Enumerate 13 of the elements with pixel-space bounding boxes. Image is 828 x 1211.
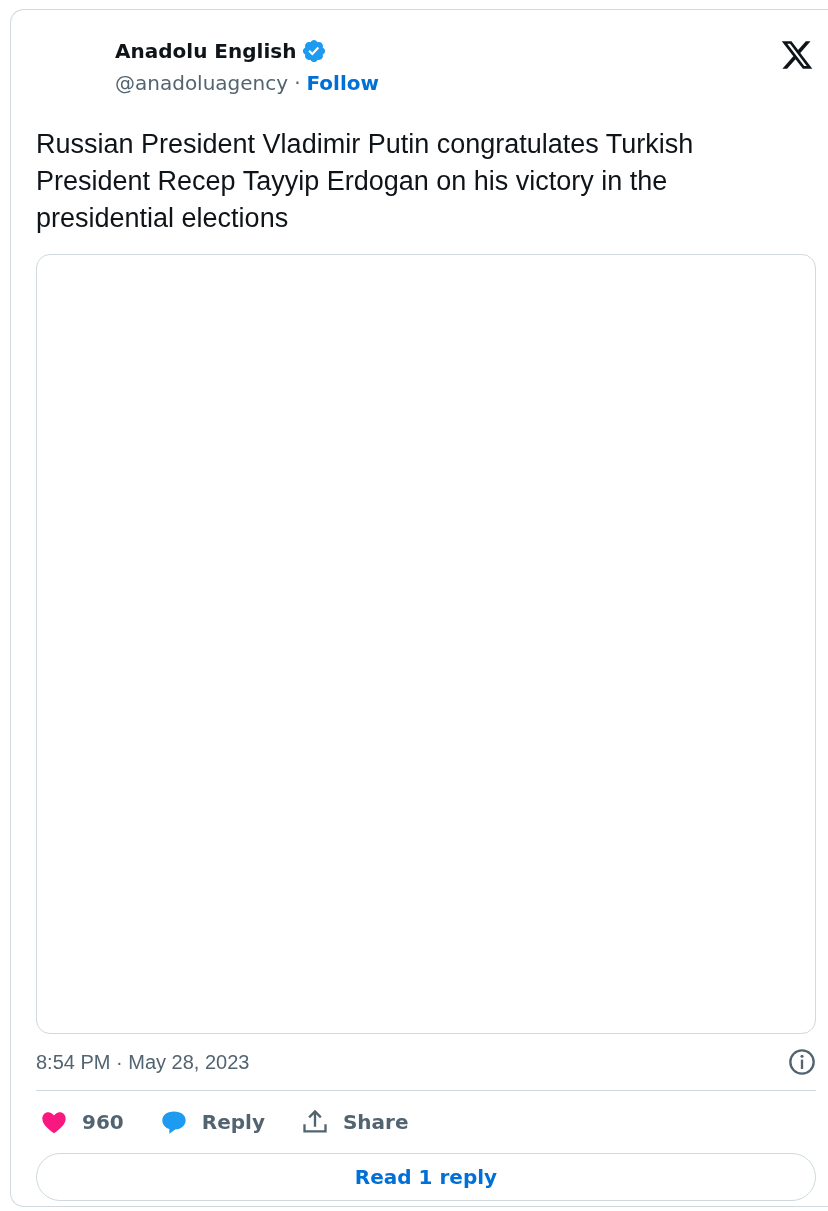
info-icon[interactable]	[788, 1048, 816, 1076]
share-icon[interactable]	[300, 1108, 329, 1136]
action-label[interactable]: Share	[342, 1110, 409, 1134]
x-logo-icon[interactable]	[780, 38, 814, 72]
tweet-text: Russian President Vladimir Putin congratulates Turkish President Recep Tayyip Erdogan on his victory in the presidential elections	[36, 128, 695, 235]
read-replies-button[interactable]: Read 1 reply	[36, 1153, 816, 1201]
action-label[interactable]: Reply	[201, 1110, 265, 1134]
author-name[interactable]: Anadolu English	[115, 39, 297, 63]
separator-dot: ·	[294, 71, 301, 95]
follow-link[interactable]: Follow	[306, 71, 379, 95]
action-label[interactable]: 960	[82, 1110, 124, 1134]
timestamp[interactable]: 8:54 PM · May 28, 2023	[36, 1050, 250, 1074]
author-handle[interactable]: @anadoluagency	[115, 71, 289, 95]
